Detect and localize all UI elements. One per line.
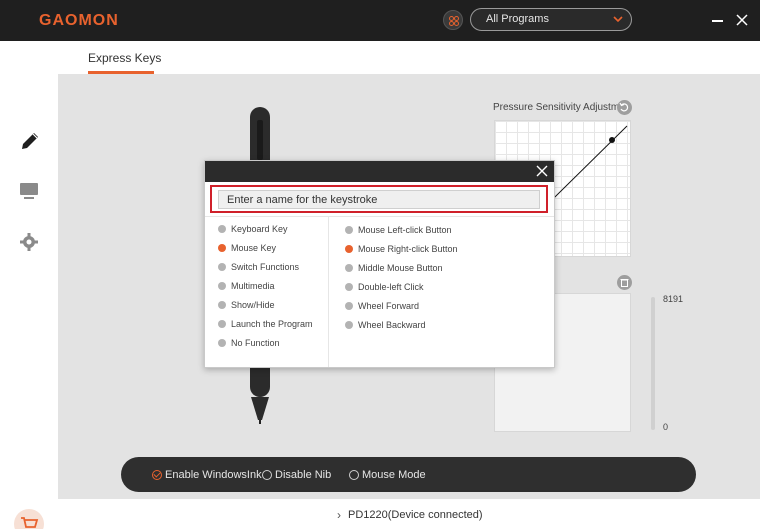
brand-logo: GAOMON xyxy=(39,12,119,29)
category-switch-functions[interactable]: Switch Functions xyxy=(218,257,313,276)
mouse-option-label: Wheel Forward xyxy=(358,300,420,311)
program-select-value: All Programs xyxy=(486,13,549,25)
keystroke-name-input[interactable] xyxy=(218,190,540,209)
close-window-button[interactable] xyxy=(735,12,749,28)
disable-nib-option[interactable]: Disable Nib xyxy=(262,469,331,481)
mouse-mode-label: Mouse Mode xyxy=(362,469,426,481)
category-label: Multimedia xyxy=(231,280,275,291)
windowsink-check-icon xyxy=(152,470,162,480)
dialog-header xyxy=(205,161,554,182)
mouse-mode-radio xyxy=(349,470,359,480)
tab-express-keys[interactable]: Express Keys xyxy=(88,51,161,65)
chevron-down-icon xyxy=(613,16,623,23)
radio-dot xyxy=(218,300,226,309)
wheel-forward-option[interactable]: Wheel Forward xyxy=(345,296,458,315)
curve-handle[interactable] xyxy=(609,137,615,143)
clear-button[interactable] xyxy=(617,275,632,290)
program-grid-icon xyxy=(449,16,459,26)
category-multimedia[interactable]: Multimedia xyxy=(218,276,313,295)
enable-windowsink-label: Enable WindowsInk xyxy=(165,469,262,481)
category-label: Keyboard Key xyxy=(231,223,288,234)
cart-icon xyxy=(21,517,39,528)
radio-dot xyxy=(218,262,226,271)
radio-dot-selected xyxy=(218,243,226,252)
keystroke-name-highlight xyxy=(210,185,548,213)
category-label: Switch Functions xyxy=(231,261,300,272)
category-show-hide[interactable]: Show/Hide xyxy=(218,295,313,314)
tab-bar: Express Keys xyxy=(58,41,760,74)
radio-dot xyxy=(345,320,353,329)
radio-dot xyxy=(218,281,226,290)
radio-dot xyxy=(345,263,353,272)
category-label: Show/Hide xyxy=(231,299,275,310)
close-icon[interactable] xyxy=(536,165,548,177)
pressure-title: Pressure Sensitivity Adjustm... xyxy=(493,102,628,113)
radio-dot xyxy=(218,224,226,233)
device-status-text: PD1220(Device connected) xyxy=(348,509,483,521)
category-no-function[interactable]: No Function xyxy=(218,333,313,352)
options-bar: Enable WindowsInk Disable Nib Mouse Mode xyxy=(121,457,696,492)
status-bar: › PD1220(Device connected) xyxy=(58,499,760,529)
category-mouse-key[interactable]: Mouse Key xyxy=(218,238,313,257)
pressure-level-bar xyxy=(651,297,655,430)
dialog-divider xyxy=(205,216,554,217)
mouse-mode-option[interactable]: Mouse Mode xyxy=(349,469,426,481)
chevron-right-icon: › xyxy=(337,508,341,522)
double-left-click-option[interactable]: Double-left Click xyxy=(345,277,458,296)
trash-icon xyxy=(620,279,629,287)
category-label: Mouse Key xyxy=(231,242,277,253)
gear-icon[interactable] xyxy=(18,231,40,253)
reset-button[interactable] xyxy=(617,100,632,115)
mouse-option-label: Wheel Backward xyxy=(358,319,426,330)
program-select[interactable]: All Programs xyxy=(470,8,632,31)
mouse-right-click-option[interactable]: Mouse Right-click Button xyxy=(345,239,458,258)
cart-button[interactable] xyxy=(14,509,44,529)
radio-dot xyxy=(218,338,226,347)
mouse-option-label: Mouse Right-click Button xyxy=(358,243,458,254)
category-launch-program[interactable]: Launch the Program xyxy=(218,314,313,333)
pressure-level-min: 0 xyxy=(663,422,669,432)
mouse-option-label: Mouse Left-click Button xyxy=(358,224,452,235)
radio-dot xyxy=(345,301,353,310)
category-keyboard-key[interactable]: Keyboard Key xyxy=(218,219,313,238)
disable-nib-label: Disable Nib xyxy=(275,469,332,481)
program-icon-button[interactable] xyxy=(443,10,463,30)
reset-icon xyxy=(619,102,629,112)
device-status[interactable]: › PD1220(Device connected) xyxy=(337,508,483,522)
middle-mouse-option[interactable]: Middle Mouse Button xyxy=(345,258,458,277)
minimize-button[interactable] xyxy=(711,12,725,28)
mouse-option-list: Mouse Left-click Button Mouse Right-clic… xyxy=(345,220,458,334)
pressure-level-max: 8191 xyxy=(663,294,684,304)
close-icon xyxy=(736,14,748,26)
keystroke-dialog: Keyboard Key Mouse Key Switch Functions … xyxy=(204,160,555,368)
radio-dot xyxy=(345,282,353,291)
enable-windowsink-option[interactable]: Enable WindowsInk xyxy=(152,469,262,481)
radio-dot xyxy=(218,319,226,328)
function-category-list: Keyboard Key Mouse Key Switch Functions … xyxy=(218,219,313,352)
mouse-left-click-option[interactable]: Mouse Left-click Button xyxy=(345,220,458,239)
mouse-option-label: Double-left Click xyxy=(358,281,424,292)
category-label: Launch the Program xyxy=(231,318,313,329)
radio-dot-selected xyxy=(345,244,353,253)
dialog-column-divider xyxy=(328,217,329,367)
pen-icon[interactable] xyxy=(18,129,42,153)
title-bar: GAOMON All Programs xyxy=(0,0,760,41)
radio-dot xyxy=(345,225,353,234)
sidebar xyxy=(0,41,58,529)
disable-nib-radio xyxy=(262,470,272,480)
category-label: No Function xyxy=(231,337,280,348)
monitor-icon[interactable] xyxy=(18,181,40,201)
wheel-backward-option[interactable]: Wheel Backward xyxy=(345,315,458,334)
mouse-option-label: Middle Mouse Button xyxy=(358,262,443,273)
